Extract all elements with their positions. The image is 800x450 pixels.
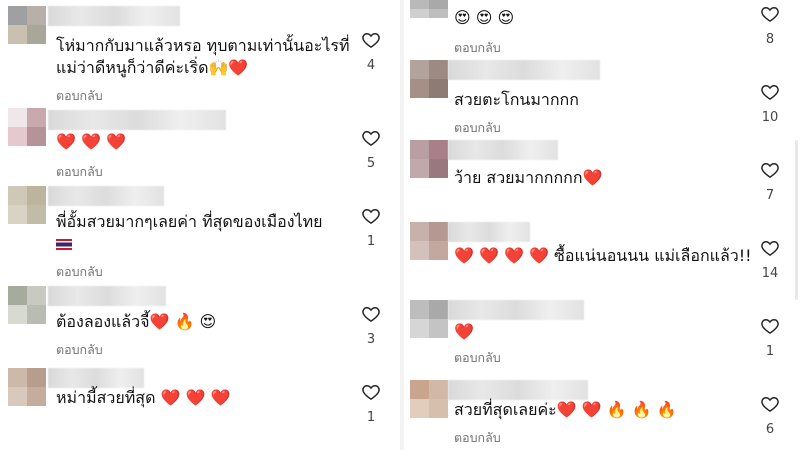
avatar[interactable] (410, 60, 448, 98)
like-count: 1 (765, 344, 775, 359)
username-blurred[interactable] (48, 186, 164, 206)
avatar[interactable] (8, 6, 46, 44)
comment-text-line2: แม่ว่าดีหนูก็ว่าดีค่ะเริ่ด🙌❤️ (56, 58, 249, 77)
avatar[interactable] (410, 300, 448, 338)
reply-link[interactable]: ตอบกลับ (56, 86, 103, 106)
username-blurred[interactable] (48, 368, 144, 388)
avatar[interactable] (8, 286, 46, 324)
comments-column-right: 😍 😍 😍 ตอบกลับ 8 สวยตะโกนมากกก ตอบกลับ 10… (404, 0, 800, 450)
comment-text: ต้องลองแล้วจี้❤️ 🔥 😍 (56, 312, 217, 331)
like-count: 1 (366, 234, 376, 249)
username-blurred[interactable] (448, 60, 600, 80)
username-blurred[interactable] (448, 222, 530, 242)
reply-link[interactable]: ตอบกลับ (454, 38, 501, 58)
avatar[interactable] (410, 0, 448, 18)
reply-link[interactable]: ตอบกลับ (56, 262, 103, 282)
like-count: 8 (765, 32, 775, 47)
comment-text: โห่มากกับมาแล้วหรอ ทุบตามเท่านั้นอะไรที่ (56, 36, 350, 55)
like-count: 1 (366, 410, 376, 425)
comment-text: ว้าย สวยมากกกกก❤️ (454, 168, 603, 187)
username-blurred[interactable] (448, 140, 558, 160)
like-count: 4 (366, 58, 376, 73)
comment-text: 😍 😍 😍 (454, 8, 515, 27)
username-blurred[interactable] (448, 380, 588, 400)
username-blurred[interactable] (48, 6, 180, 26)
avatar[interactable] (8, 186, 46, 224)
like-count: 5 (366, 156, 376, 171)
reply-link[interactable]: ตอบกลับ (454, 348, 501, 368)
like-heart-icon[interactable] (361, 382, 381, 402)
like-heart-icon[interactable] (361, 304, 381, 324)
like-heart-icon[interactable] (760, 4, 780, 24)
avatar[interactable] (410, 140, 448, 178)
thai-flag-emoji (56, 232, 72, 256)
reply-link[interactable]: ตอบกลับ (56, 340, 103, 360)
like-count: 10 (761, 110, 779, 125)
reply-link[interactable]: ตอบกลับ (454, 428, 501, 448)
reply-link[interactable]: ตอบกลับ (56, 162, 103, 182)
like-heart-icon[interactable] (760, 160, 780, 180)
username-blurred[interactable] (48, 286, 166, 306)
comment-text: พี่อั้มสวยมากๆเลยค่า ที่สุดของเมืองไทย (56, 212, 323, 231)
like-count: 7 (765, 188, 775, 203)
like-heart-icon[interactable] (361, 30, 381, 50)
comment-text: ❤️ ❤️ ❤️ ❤️ ซื้อแน่นอนนน แม่เลือกแล้ว!! (454, 246, 752, 265)
comment-text: สวยที่สุดเลยค่ะ❤️ ❤️ 🔥 🔥 🔥 (454, 400, 677, 419)
avatar[interactable] (410, 222, 448, 260)
scrollbar[interactable] (795, 140, 798, 300)
like-heart-icon[interactable] (760, 82, 780, 102)
like-heart-icon[interactable] (760, 394, 780, 414)
reply-link[interactable]: ตอบกลับ (454, 118, 501, 138)
like-heart-icon[interactable] (760, 316, 780, 336)
comment-text: สวยตะโกนมากกก (454, 90, 579, 109)
avatar[interactable] (8, 108, 46, 146)
avatar[interactable] (410, 380, 448, 418)
avatar[interactable] (8, 368, 46, 406)
username-blurred[interactable] (48, 110, 226, 130)
comments-column-left: โห่มากกับมาแล้วหรอ ทุบตามเท่านั้นอะไรที่… (0, 0, 400, 450)
like-count: 6 (765, 422, 775, 437)
like-heart-icon[interactable] (760, 238, 780, 258)
comment-text: ❤️ (454, 322, 474, 341)
comment-text: ❤️ ❤️ ❤️ (56, 132, 126, 151)
like-count: 14 (761, 266, 779, 281)
like-count: 3 (366, 332, 376, 347)
like-heart-icon[interactable] (361, 128, 381, 148)
like-heart-icon[interactable] (361, 206, 381, 226)
comment-text: หม่ามี้สวยที่สุด ❤️ ❤️ ❤️ (56, 388, 231, 407)
username-blurred[interactable] (448, 300, 584, 320)
